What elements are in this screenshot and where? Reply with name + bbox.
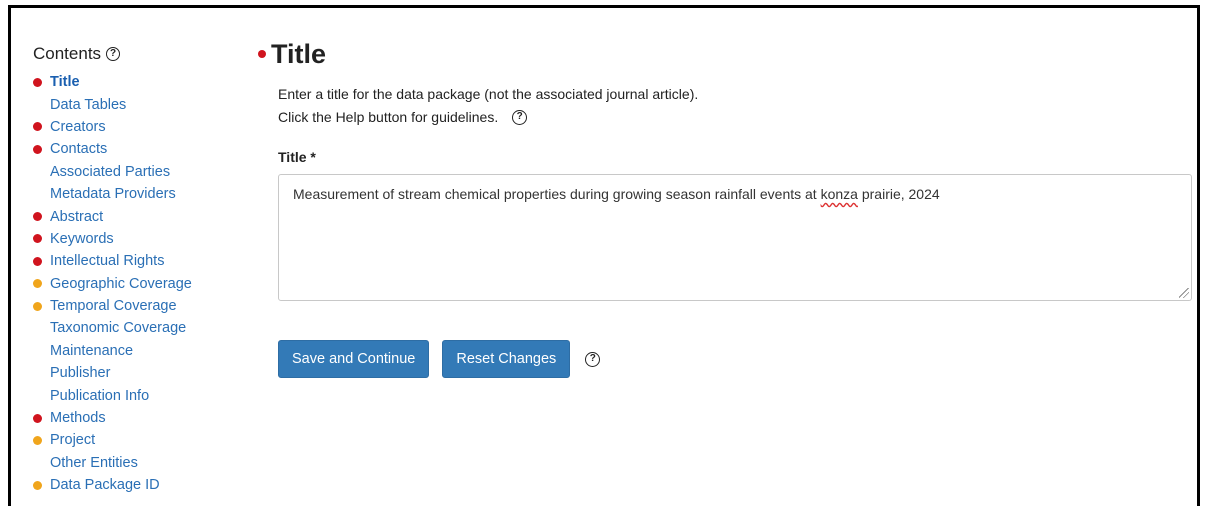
page-title-text: Title [271, 38, 327, 69]
sidebar-item-label: Data Tables [50, 96, 127, 113]
sidebar-item-associated-parties[interactable]: Associated Parties [33, 161, 233, 183]
sidebar-item-label: Contacts [50, 141, 108, 158]
description-line-2-text: Click the Help button for guidelines. [278, 109, 499, 125]
sidebar-item-publication-info[interactable]: Publication Info [33, 384, 233, 406]
sidebar-item-label: Intellectual Rights [50, 253, 165, 270]
resize-grip-icon[interactable] [1179, 288, 1189, 298]
sidebar-item-label: Other Entities [50, 454, 138, 471]
status-dot-red [33, 77, 42, 87]
status-dot-red [33, 212, 42, 222]
contents-heading: Contents ? [33, 42, 233, 66]
sidebar-item-label: Taxonomic Coverage [50, 320, 187, 337]
sidebar-item-taxonomic-coverage[interactable]: Taxonomic Coverage [33, 317, 233, 339]
sidebar-item-publisher[interactable]: Publisher [33, 362, 233, 384]
sidebar-item-intellectual-rights[interactable]: Intellectual Rights [33, 250, 233, 272]
sidebar-item-label: Keywords [50, 230, 114, 247]
status-dot-orange [33, 480, 42, 490]
title-text-part-1: Measurement of stream chemical propertie… [293, 186, 821, 202]
description-line-1: Enter a title for the data package (not … [278, 86, 699, 102]
status-dot-red [33, 234, 42, 244]
status-dot-empty [33, 100, 42, 109]
contents-nav-list: Title Data Tables Creators Contacts Associat… [33, 71, 233, 496]
sidebar-item-geographic-coverage[interactable]: Geographic Coverage [33, 273, 233, 295]
title-text-part-2: prairie, 2024 [857, 186, 940, 202]
status-dot-red [33, 256, 42, 266]
status-dot-empty [33, 190, 42, 199]
sidebar-item-abstract[interactable]: Abstract [33, 205, 233, 227]
contents-sidebar: Contents ? Title Data Tables Creators Conta… [33, 42, 233, 496]
status-dot-empty [33, 346, 42, 355]
sidebar-item-label: Title [50, 74, 80, 91]
status-dot-orange [33, 301, 42, 311]
reset-changes-button[interactable]: Reset Changes [442, 340, 571, 378]
sidebar-item-label: Project [50, 432, 96, 449]
status-dot-empty [33, 324, 42, 333]
main-content: Title Enter a title for the data package… [258, 36, 1198, 378]
sidebar-item-label: Methods [50, 410, 106, 427]
sidebar-item-maintenance[interactable]: Maintenance [33, 340, 233, 362]
sidebar-item-contacts[interactable]: Contacts [33, 138, 233, 160]
sidebar-item-keywords[interactable]: Keywords [33, 228, 233, 250]
status-dot-red [258, 50, 266, 58]
sidebar-item-temporal-coverage[interactable]: Temporal Coverage [33, 295, 233, 317]
save-and-continue-button[interactable]: Save and Continue [278, 340, 430, 378]
status-dot-orange [33, 279, 42, 289]
contents-heading-label: Contents [33, 44, 102, 63]
sidebar-item-label: Metadata Providers [50, 186, 176, 203]
help-circle-icon[interactable]: ? [512, 109, 528, 125]
description-line-2: Click the Help button for guidelines. ? [278, 109, 528, 125]
title-field-label: Title * [278, 149, 316, 165]
sidebar-item-data-package-id[interactable]: Data Package ID [33, 474, 233, 496]
sidebar-item-label: Abstract [50, 208, 104, 225]
status-dot-empty [33, 391, 42, 400]
sidebar-item-label: Publication Info [50, 387, 150, 404]
status-dot-red [33, 122, 42, 132]
sidebar-item-other-entities[interactable]: Other Entities [33, 452, 233, 474]
page-title: Title [258, 36, 1198, 72]
sidebar-item-creators[interactable]: Creators [33, 116, 233, 138]
sidebar-item-label: Geographic Coverage [50, 275, 192, 292]
sidebar-item-project[interactable]: Project [33, 429, 233, 451]
sidebar-item-label: Associated Parties [50, 163, 171, 180]
title-text-misspelled-word: konza [820, 186, 858, 202]
help-circle-icon[interactable]: ? [585, 351, 601, 367]
sidebar-item-label: Temporal Coverage [50, 298, 177, 315]
sidebar-item-data-tables[interactable]: Data Tables [33, 93, 233, 115]
sidebar-item-label: Creators [50, 118, 106, 135]
status-dot-empty [33, 167, 42, 176]
status-dot-red [33, 413, 42, 423]
status-dot-empty [33, 458, 42, 467]
status-dot-red [33, 144, 42, 154]
help-circle-icon[interactable]: ? [106, 47, 121, 61]
action-buttons: Save and Continue Reset Changes ? [278, 340, 601, 378]
sidebar-item-label: Data Package ID [50, 477, 160, 494]
sidebar-item-metadata-providers[interactable]: Metadata Providers [33, 183, 233, 205]
status-dot-empty [33, 369, 42, 378]
sidebar-item-methods[interactable]: Methods [33, 407, 233, 429]
sidebar-item-title[interactable]: Title [33, 71, 233, 93]
sidebar-item-label: Publisher [50, 365, 111, 382]
status-dot-orange [33, 435, 42, 445]
sidebar-item-label: Maintenance [50, 342, 134, 359]
title-textarea[interactable]: Measurement of stream chemical propertie… [278, 174, 1192, 301]
